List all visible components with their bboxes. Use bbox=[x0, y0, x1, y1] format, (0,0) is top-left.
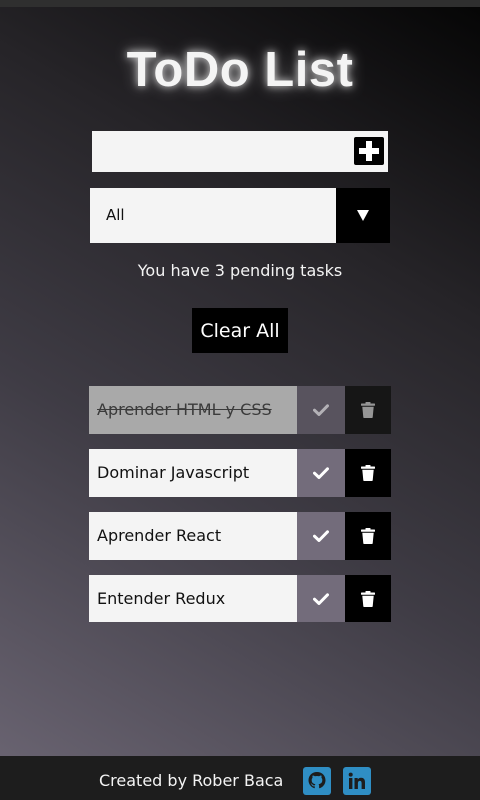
todo-text: Dominar Javascript bbox=[89, 449, 297, 497]
clear-all-button[interactable]: Clear All bbox=[192, 308, 288, 353]
add-task-button[interactable] bbox=[354, 137, 384, 165]
delete-button[interactable] bbox=[345, 449, 391, 497]
todo-list: Aprender HTML y CSS Dominar Javascript A… bbox=[89, 386, 391, 637]
complete-button[interactable] bbox=[297, 449, 345, 497]
footer: Created by Rober Baca bbox=[0, 756, 480, 800]
linkedin-icon bbox=[348, 772, 365, 789]
todo-item: Aprender HTML y CSS bbox=[89, 386, 391, 434]
trash-icon bbox=[361, 590, 375, 607]
chevron-down-icon bbox=[357, 210, 369, 221]
pending-tasks-count: You have 3 pending tasks bbox=[137, 261, 343, 280]
github-link[interactable] bbox=[303, 767, 331, 795]
todo-item: Dominar Javascript bbox=[89, 449, 391, 497]
check-icon bbox=[313, 530, 329, 542]
top-strip bbox=[0, 0, 480, 7]
complete-button[interactable] bbox=[297, 512, 345, 560]
filter-select[interactable]: All bbox=[90, 188, 390, 243]
linkedin-link[interactable] bbox=[343, 767, 371, 795]
add-task-form bbox=[92, 131, 388, 172]
delete-button[interactable] bbox=[345, 386, 391, 434]
todo-text: Aprender HTML y CSS bbox=[89, 386, 297, 434]
complete-button[interactable] bbox=[297, 386, 345, 434]
filter-selected-value: All bbox=[106, 206, 125, 224]
check-icon bbox=[313, 592, 329, 605]
trash-icon bbox=[361, 402, 375, 418]
todo-item: Entender Redux bbox=[89, 575, 391, 622]
todo-item: Aprender React bbox=[89, 512, 391, 560]
todo-text: Aprender React bbox=[89, 512, 297, 560]
check-icon bbox=[313, 467, 329, 479]
plus-icon bbox=[359, 141, 379, 161]
task-input[interactable] bbox=[92, 131, 350, 172]
footer-credit: Created by Rober Baca bbox=[99, 771, 284, 790]
trash-icon bbox=[361, 465, 375, 481]
complete-button[interactable] bbox=[297, 575, 345, 622]
filter-arrow-button[interactable] bbox=[336, 188, 390, 243]
delete-button[interactable] bbox=[345, 575, 391, 622]
check-icon bbox=[313, 404, 329, 416]
todo-text: Entender Redux bbox=[89, 575, 297, 622]
page-title: ToDo List bbox=[126, 43, 354, 97]
trash-icon bbox=[361, 528, 375, 544]
github-icon bbox=[308, 772, 326, 789]
delete-button[interactable] bbox=[345, 512, 391, 560]
